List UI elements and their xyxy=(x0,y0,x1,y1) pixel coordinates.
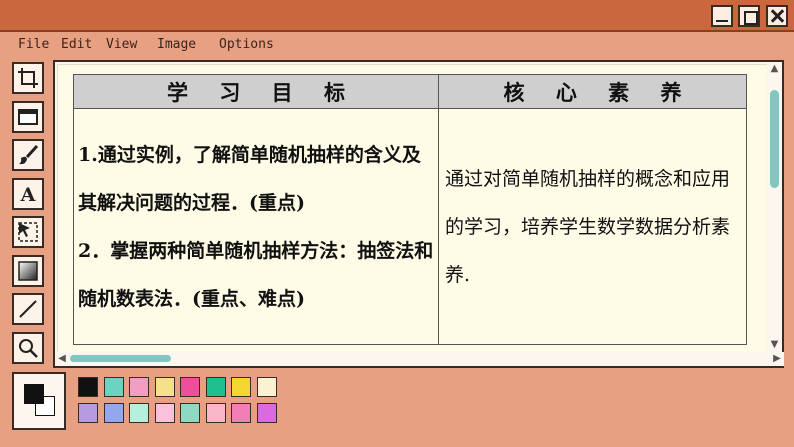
active-colors[interactable] xyxy=(12,372,66,430)
vertical-scrollbar[interactable]: ▲ ▼ xyxy=(767,62,782,352)
color-swatch[interactable] xyxy=(256,403,277,423)
menu-edit[interactable]: Edit xyxy=(61,37,92,52)
goals-cell: 1.通过实例，了解简单随机抽样的含义及其解决问题的过程．(重点) 2．掌握两种简… xyxy=(73,108,439,345)
vertical-scroll-thumb[interactable] xyxy=(770,90,779,188)
zoom-icon[interactable] xyxy=(12,331,44,364)
color-swatch[interactable] xyxy=(231,377,251,397)
color-swatch[interactable] xyxy=(154,403,175,423)
toolbox: A xyxy=(12,62,44,370)
menu-file[interactable]: File xyxy=(18,37,49,52)
text-icon[interactable]: A xyxy=(12,177,44,210)
header-core-literacy: 核 心 素 养 xyxy=(438,74,747,109)
color-swatch[interactable] xyxy=(256,377,277,397)
brush-icon[interactable] xyxy=(12,139,44,171)
foreground-color[interactable] xyxy=(24,384,44,404)
core-literacy-cell: 通过对简单随机抽样的概念和应用的学习，培养学生数学数据分析素养. xyxy=(438,108,747,345)
menu-options[interactable]: Options xyxy=(219,37,274,52)
horizontal-scrollbar[interactable]: ◀ ▶ xyxy=(55,352,784,366)
color-swatch[interactable] xyxy=(103,377,124,397)
menu-bar: File Edit View Image Options xyxy=(0,34,794,56)
color-swatch[interactable] xyxy=(205,377,226,397)
scroll-down-icon[interactable]: ▼ xyxy=(767,338,782,352)
gradient-icon[interactable] xyxy=(12,254,44,287)
title-bar xyxy=(0,0,794,32)
color-swatch[interactable] xyxy=(129,377,149,397)
horizontal-scroll-thumb[interactable] xyxy=(70,355,171,362)
goal-item: 1.通过实例，了解简单随机抽样的含义及其解决问题的过程．(重点) xyxy=(78,143,421,214)
color-swatch[interactable] xyxy=(231,403,251,423)
crop-icon[interactable] xyxy=(12,62,44,94)
svg-text:A: A xyxy=(20,184,36,205)
header-learning-goals: 学 习 目 标 xyxy=(73,74,439,109)
menu-image[interactable]: Image xyxy=(157,37,196,52)
goal-item: 2．掌握两种简单随机抽样方法：抽签法和随机数表法．(重点、难点) xyxy=(78,239,434,310)
scroll-up-icon[interactable]: ▲ xyxy=(767,62,782,76)
canvas[interactable]: 学 习 目 标 核 心 素 养 1.通过实例，了解简单随机抽样的含义及其解决问题… xyxy=(57,64,768,354)
select-icon[interactable] xyxy=(12,216,44,248)
color-swatch[interactable] xyxy=(129,403,149,423)
rectangle-icon[interactable] xyxy=(12,100,44,133)
close-icon[interactable] xyxy=(766,5,788,27)
scroll-right-icon[interactable]: ▶ xyxy=(770,352,784,366)
color-swatch[interactable] xyxy=(180,377,200,397)
canvas-frame: 学 习 目 标 核 心 素 养 1.通过实例，了解简单随机抽样的含义及其解决问题… xyxy=(53,60,784,368)
maximize-icon[interactable] xyxy=(738,5,760,27)
minimize-icon[interactable] xyxy=(711,5,733,27)
menu-view[interactable]: View xyxy=(106,37,137,52)
color-swatch[interactable] xyxy=(180,403,200,423)
scroll-left-icon[interactable]: ◀ xyxy=(55,352,69,366)
color-swatch[interactable] xyxy=(154,377,175,397)
learning-goals-table: 学 习 目 标 核 心 素 养 1.通过实例，了解简单随机抽样的含义及其解决问题… xyxy=(73,74,747,345)
color-swatch[interactable] xyxy=(103,403,124,423)
color-swatch[interactable] xyxy=(78,403,98,423)
line-icon[interactable] xyxy=(12,293,44,325)
color-swatch[interactable] xyxy=(78,377,98,397)
color-swatch[interactable] xyxy=(205,403,226,423)
